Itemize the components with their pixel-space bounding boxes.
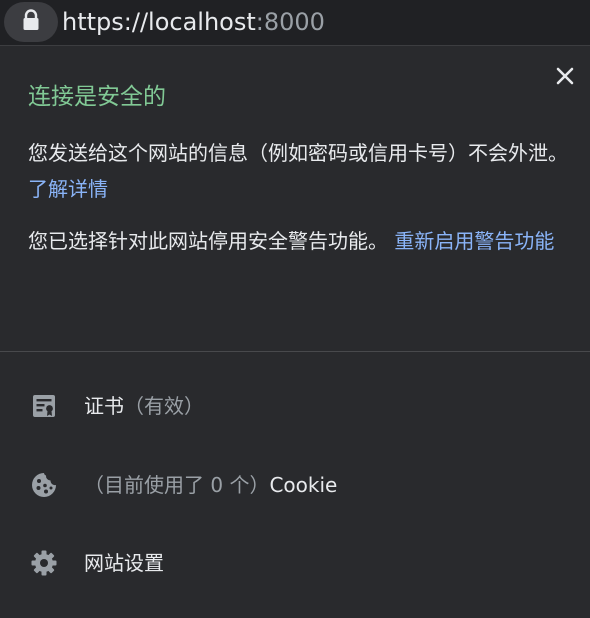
- divider: [0, 351, 590, 352]
- certificate-text: 证书: [84, 394, 124, 418]
- certificate-icon: [29, 391, 59, 421]
- lock-icon: [22, 9, 40, 35]
- close-button[interactable]: [552, 65, 578, 91]
- site-settings-row[interactable]: 网站设置: [0, 535, 590, 591]
- gear-icon: [29, 548, 59, 578]
- url-text[interactable]: https://localhost:8000: [62, 6, 325, 38]
- url-port: :8000: [255, 8, 325, 36]
- info-text: 您发送给这个网站的信息（例如密码或信用卡号）不会外泄。: [28, 141, 568, 165]
- cookies-count: （目前使用了 0 个）: [84, 473, 270, 497]
- connection-secure-title: 连接是安全的: [28, 84, 166, 110]
- reenable-warnings-link[interactable]: 重新启用警告功能: [394, 229, 554, 253]
- certificate-label: 证书（有效）: [84, 391, 204, 421]
- learn-more-link[interactable]: 了解详情: [28, 177, 108, 201]
- warning-text: 您已选择针对此网站停用安全警告功能。: [28, 229, 388, 253]
- site-info-button[interactable]: [4, 2, 58, 42]
- cookie-icon: [29, 470, 59, 500]
- site-info-popup: 连接是安全的 您发送给这个网站的信息（例如密码或信用卡号）不会外泄。 了解详情 …: [0, 47, 590, 618]
- cookies-text: Cookie: [269, 473, 338, 497]
- close-icon: [556, 67, 574, 89]
- cookies-label: （目前使用了 0 个）Cookie: [84, 470, 337, 500]
- warning-paragraph: 您已选择针对此网站停用安全警告功能。 重新启用警告功能: [28, 223, 568, 259]
- cookies-row[interactable]: （目前使用了 0 个）Cookie: [0, 457, 590, 513]
- site-settings-label: 网站设置: [84, 551, 164, 575]
- url-host: https://localhost: [62, 8, 256, 36]
- certificate-status: （有效）: [124, 394, 204, 418]
- certificate-row[interactable]: 证书（有效）: [0, 378, 590, 434]
- address-bar: https://localhost:8000: [0, 0, 590, 46]
- info-paragraph: 您发送给这个网站的信息（例如密码或信用卡号）不会外泄。 了解详情: [28, 135, 568, 207]
